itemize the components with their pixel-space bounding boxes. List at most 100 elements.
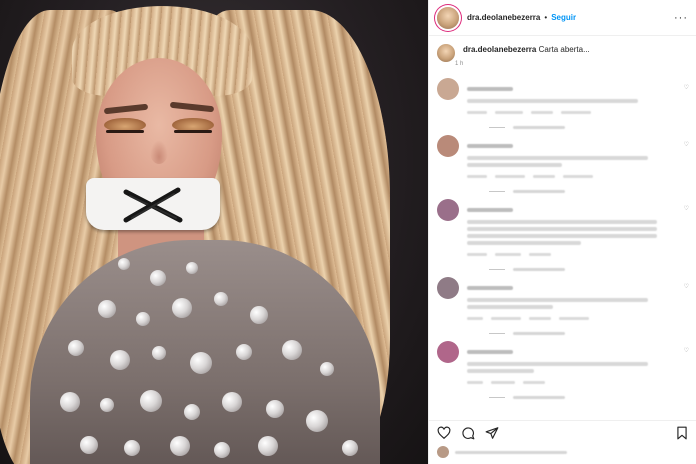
comment-body (467, 341, 678, 399)
commenter-username-blurred[interactable] (467, 208, 513, 212)
commenter-username-blurred[interactable] (467, 87, 513, 91)
dress-gem (170, 436, 190, 456)
dress-gem (320, 362, 334, 376)
commenter-username-blurred[interactable] (467, 350, 513, 354)
caption-timestamp[interactable]: 1 h (455, 61, 590, 67)
comment-text-blurred (467, 241, 581, 245)
commenter-avatar[interactable] (437, 135, 459, 157)
comment-text-blurred (467, 220, 657, 224)
commenter-avatar[interactable] (437, 78, 459, 100)
comment-meta-item[interactable] (563, 175, 593, 178)
commenter-avatar[interactable] (437, 277, 459, 299)
dress-gem (152, 346, 166, 360)
comment-meta-item[interactable] (491, 317, 521, 320)
caption-username[interactable]: dra.deolanebezerra (463, 45, 536, 54)
comment-meta-blurred (467, 253, 678, 256)
comment-meta-item[interactable] (495, 253, 521, 256)
replies-text-blurred (513, 332, 565, 335)
liked-by-row[interactable] (437, 446, 567, 458)
dress-gem (342, 440, 358, 456)
header-separator: • (544, 13, 548, 22)
comment-text-blurred (467, 99, 638, 103)
comment-item: ♡ (437, 277, 689, 335)
dress-gem (282, 340, 302, 360)
comment-meta-item[interactable] (561, 111, 591, 114)
comment-text-blurred (467, 227, 657, 231)
view-replies-blurred[interactable] (489, 396, 678, 399)
view-replies-blurred[interactable] (489, 332, 678, 335)
dress-gem (80, 436, 98, 454)
mouth-tape (86, 178, 220, 230)
comment-like-icon[interactable]: ♡ (684, 84, 689, 91)
dress-gem (150, 270, 166, 286)
dress-gem (236, 344, 252, 360)
comment-meta-item[interactable] (467, 111, 487, 114)
comment-item: ♡ (437, 135, 689, 193)
replies-dash (489, 269, 505, 270)
post-sidebar: dra.deolanebezerra • Seguir ··· dra.deol… (428, 0, 696, 464)
post-photo[interactable] (0, 0, 428, 464)
comment-meta-item[interactable] (495, 175, 525, 178)
comment-meta-item[interactable] (467, 381, 483, 384)
heart-icon[interactable] (437, 426, 451, 440)
share-icon[interactable] (485, 426, 499, 440)
view-replies-blurred[interactable] (489, 268, 678, 271)
comment-meta-item[interactable] (467, 253, 487, 256)
comment-meta-item[interactable] (495, 111, 523, 114)
left-lashes (106, 130, 144, 133)
replies-text-blurred (513, 126, 565, 129)
comment-item: ♡ (437, 341, 689, 399)
commenter-avatar[interactable] (437, 199, 459, 221)
caption-text: Carta aberta... (538, 45, 590, 54)
comment-meta-item[interactable] (529, 317, 551, 320)
dress-gem (140, 390, 162, 412)
bookmark-icon[interactable] (675, 426, 689, 440)
follow-button[interactable]: Seguir (551, 13, 576, 22)
comment-meta-item[interactable] (467, 317, 483, 320)
comment-meta-item[interactable] (467, 175, 487, 178)
view-replies-blurred[interactable] (489, 190, 678, 193)
dress-gem (110, 350, 130, 370)
comment-text-blurred (467, 163, 562, 167)
comment-like-icon[interactable]: ♡ (684, 205, 689, 212)
view-replies-blurred[interactable] (489, 126, 678, 129)
replies-text-blurred (513, 190, 565, 193)
replies-dash (489, 333, 505, 334)
author-username[interactable]: dra.deolanebezerra (467, 13, 540, 22)
comment-like-icon[interactable]: ♡ (684, 347, 689, 354)
comment-text-blurred (467, 362, 648, 366)
comment-item: ♡ (437, 78, 689, 129)
comment-meta-item[interactable] (491, 381, 515, 384)
dress-gem (266, 400, 284, 418)
comment-meta-item[interactable] (531, 111, 553, 114)
comment-meta-item[interactable] (529, 253, 551, 256)
comment-text-blurred (467, 298, 648, 302)
comment-meta-item[interactable] (533, 175, 555, 178)
post-caption: dra.deolanebezerra Carta aberta... 1 h (429, 36, 696, 67)
comment-meta-blurred (467, 111, 678, 114)
dress-gem (186, 262, 198, 274)
comment-meta-item[interactable] (559, 317, 589, 320)
comment-meta-blurred (467, 175, 678, 178)
comment-body (467, 78, 678, 129)
dress-gem (68, 340, 84, 356)
dress-gem (214, 442, 230, 458)
more-horizontal-icon[interactable]: ··· (674, 12, 688, 24)
commenter-avatar[interactable] (437, 341, 459, 363)
comment-icon[interactable] (461, 426, 475, 440)
dress-gem (306, 410, 328, 432)
commenter-username-blurred[interactable] (467, 144, 513, 148)
comment-text-blurred (467, 156, 648, 160)
nose (150, 140, 168, 164)
author-avatar[interactable] (437, 6, 459, 29)
dress-gem (172, 298, 192, 318)
comment-like-icon[interactable]: ♡ (684, 283, 689, 290)
dress-gem (60, 392, 80, 412)
caption-avatar[interactable] (437, 44, 455, 62)
liked-by-avatar (437, 446, 449, 458)
comment-like-icon[interactable]: ♡ (684, 141, 689, 148)
comment-meta-item[interactable] (523, 381, 545, 384)
replies-dash (489, 397, 505, 398)
dress-gem (100, 398, 114, 412)
commenter-username-blurred[interactable] (467, 286, 513, 290)
